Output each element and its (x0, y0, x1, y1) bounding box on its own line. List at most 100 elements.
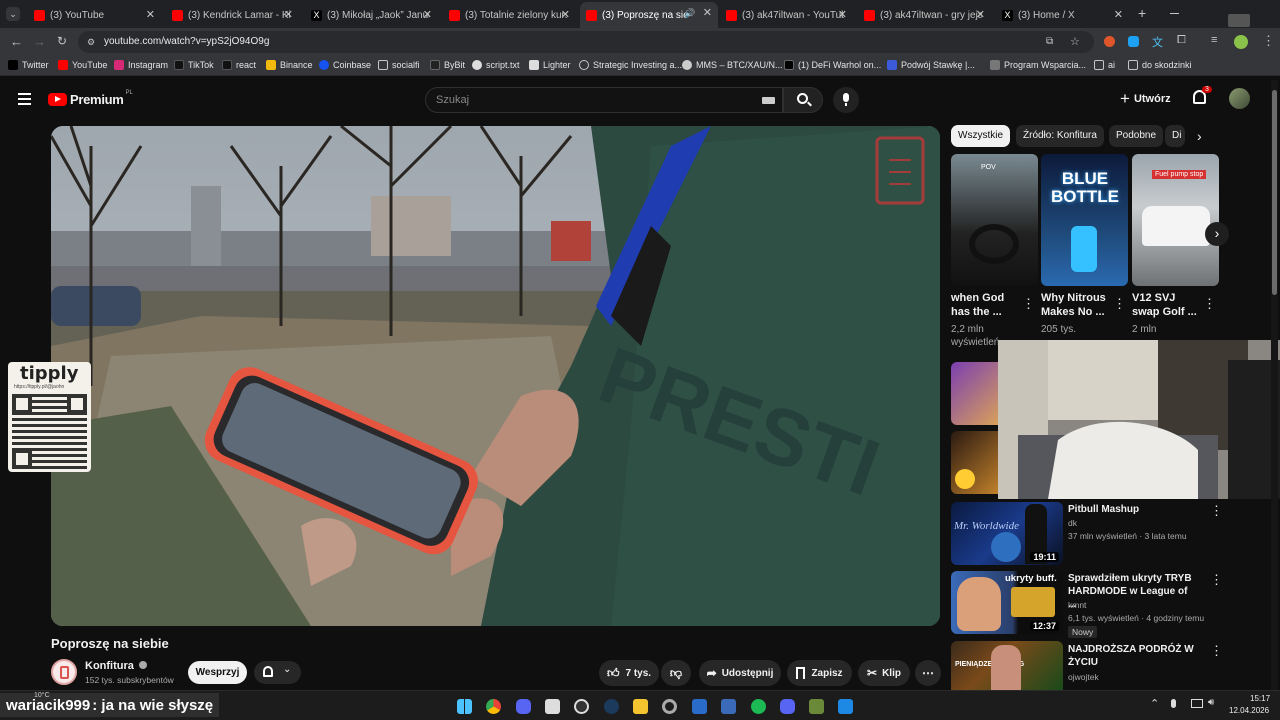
support-button[interactable]: Wesprzyj (188, 661, 247, 684)
close-icon[interactable]: ✕ (284, 8, 293, 21)
video-thumbnail[interactable] (951, 362, 998, 425)
app-icon[interactable] (545, 699, 560, 714)
channel-name[interactable]: ojwojtek (1068, 672, 1099, 683)
video-title[interactable]: Pitbull Mashup (1068, 503, 1198, 516)
microphone-icon[interactable] (1171, 699, 1176, 708)
bookmark-instagram[interactable]: Instagram (114, 60, 168, 70)
clock-time[interactable]: 15:17 (1250, 694, 1270, 703)
bookmark-podwoj[interactable]: Podwój Stawkę |... (887, 60, 975, 70)
weather-text[interactable]: 10°C (34, 692, 50, 699)
more-vertical-icon[interactable]: ⋮ (1210, 504, 1223, 517)
bookmark-folder-ai[interactable]: ai (1094, 60, 1115, 70)
bookmark-folder-socialfi[interactable]: socialfi (378, 60, 420, 70)
tray-overflow-icon[interactable]: ⌃ (1150, 697, 1159, 710)
obs-icon[interactable] (574, 699, 589, 714)
youtube-logo[interactable]: Premium PL (48, 90, 133, 107)
chip-source[interactable]: Źródło: Konfitura (1016, 125, 1104, 147)
file-explorer-icon[interactable] (633, 699, 648, 714)
close-icon[interactable]: ✕ (703, 6, 712, 19)
more-vertical-icon[interactable]: ⋮ (1113, 297, 1126, 310)
speaker-icon[interactable]: 🔊 (684, 8, 695, 19)
vscode-icon[interactable] (838, 699, 853, 714)
dislike-button[interactable]: 👎︎ (661, 660, 691, 686)
tab-mikolaj[interactable]: X (3) Mikołaj „Jaok” Janusz ✕ (305, 4, 438, 26)
more-vertical-icon[interactable]: ⋮ (1022, 297, 1035, 310)
git-icon[interactable] (692, 699, 707, 714)
tab-youtube-home[interactable]: (3) YouTube ✕ (28, 4, 161, 26)
keyboard-icon[interactable] (762, 97, 775, 104)
minimize-icon[interactable] (1170, 13, 1179, 14)
install-icon[interactable]: ⧉ (1046, 31, 1053, 53)
close-icon[interactable]: ✕ (561, 8, 570, 21)
discord-icon[interactable] (516, 699, 531, 714)
extension-translate-icon[interactable]: 文 (1152, 34, 1163, 50)
page-scrollbar[interactable] (1271, 80, 1278, 690)
bookmark-youtube[interactable]: YouTube (58, 60, 107, 70)
short-thumbnail[interactable]: Fuel pump stop (1132, 154, 1219, 286)
extensions-puzzle-icon[interactable]: ⧠ (1177, 34, 1186, 47)
reload-icon[interactable]: ↻ (57, 34, 67, 48)
profile-thumb-icon[interactable] (1228, 14, 1250, 27)
windows-start-icon[interactable] (457, 699, 472, 714)
discord-alt-icon[interactable] (780, 699, 795, 714)
bookmark-folder-skodzinki[interactable]: do skodzinki (1128, 60, 1192, 70)
chip-more[interactable]: Di (1165, 125, 1185, 147)
minecraft-icon[interactable] (809, 699, 824, 714)
back-icon[interactable]: ← (10, 34, 23, 49)
create-button[interactable]: + Utwórz (1120, 90, 1171, 107)
bookmark-bybit[interactable]: ByBit (430, 60, 465, 70)
video-thumbnail[interactable] (951, 431, 998, 494)
video-player[interactable]: PRESTI (51, 126, 940, 626)
address-bar[interactable]: ⚙ youtube.com/watch?v=ypS2jO94O9g ⧉ ☆ (78, 31, 1094, 53)
cursor-app-icon[interactable] (662, 699, 677, 714)
close-icon[interactable]: ✕ (838, 8, 847, 21)
short-thumbnail[interactable]: BLUE BOTTLE (1041, 154, 1128, 286)
chevron-right-icon[interactable]: › (1197, 128, 1202, 144)
bookmark-star-icon[interactable]: ☆ (1070, 31, 1080, 53)
save-button[interactable]: Zapisz (787, 660, 852, 686)
tab-home-x[interactable]: X (3) Home / X ✕ (996, 4, 1129, 26)
volume-icon[interactable]: 🔊︎ (1208, 697, 1214, 708)
site-info-icon[interactable]: ⚙ (87, 31, 95, 53)
bookmark-tiktok[interactable]: TikTok (174, 60, 214, 70)
bookmark-defi[interactable]: (1) DeFi Warhol on... (784, 60, 881, 70)
notifications-button[interactable]: 3 (1193, 86, 1212, 104)
channel-avatar[interactable] (51, 659, 77, 685)
short-title[interactable]: V12 SVJ swap Golf ... (1132, 291, 1202, 319)
close-icon[interactable]: ✕ (146, 8, 155, 21)
bookmark-strategic[interactable]: Strategic Investing a... (579, 60, 682, 70)
channel-name[interactable]: dk (1068, 518, 1077, 529)
phone-link-icon[interactable] (721, 699, 736, 714)
chip-all[interactable]: Wszystkie (951, 125, 1010, 147)
clip-button[interactable]: ✂ Klip (858, 660, 910, 686)
shorts-next-button[interactable]: › (1205, 222, 1229, 246)
bookmark-program[interactable]: Program Wsparcia... (990, 60, 1086, 70)
bookmark-twitter[interactable]: Twitter (8, 60, 49, 70)
media-controls-icon[interactable]: ≡ (1211, 34, 1217, 46)
tab-ak47-youtube[interactable]: (3) ak47iltwan - YouTube ✕ (720, 4, 853, 26)
close-icon[interactable]: ✕ (423, 8, 432, 21)
network-icon[interactable] (1191, 699, 1203, 708)
tab-active-poprosze[interactable]: (3) Poproszę na siebie 🔊 ✕ (580, 2, 718, 28)
more-vertical-icon[interactable]: ⋮ (1203, 297, 1216, 310)
bookmark-mms[interactable]: MMS – BTC/XAU/N... (682, 60, 783, 70)
profile-avatar-icon[interactable] (1234, 35, 1248, 49)
bookmark-coinbase[interactable]: Coinbase (319, 60, 371, 70)
like-button[interactable]: 👍︎ 7 tys. (599, 660, 659, 686)
close-icon[interactable]: ✕ (976, 8, 985, 21)
bookmark-script[interactable]: script.txt (472, 60, 520, 70)
search-button[interactable] (783, 87, 823, 113)
chip-similar[interactable]: Podobne (1109, 125, 1164, 147)
short-title[interactable]: Why Nitrous Makes No ... (1041, 291, 1111, 319)
chrome-icon[interactable] (486, 699, 501, 714)
channel-name[interactable]: kmnt (1068, 600, 1086, 611)
more-actions-button[interactable]: ⋯ (915, 660, 941, 686)
video-thumbnail[interactable]: PIENIĄDZE ZASIĘG (951, 641, 1063, 690)
forward-icon[interactable]: → (33, 34, 46, 49)
new-tab-button[interactable]: + (1138, 5, 1146, 21)
more-vertical-icon[interactable]: ⋮ (1210, 573, 1223, 586)
bookmark-binance[interactable]: Binance (266, 60, 313, 70)
spotify-icon[interactable] (751, 699, 766, 714)
notification-bell-button[interactable]: ⌄ (254, 661, 301, 684)
video-thumbnail[interactable]: Mr. Worldwide 19:11 (951, 502, 1063, 565)
